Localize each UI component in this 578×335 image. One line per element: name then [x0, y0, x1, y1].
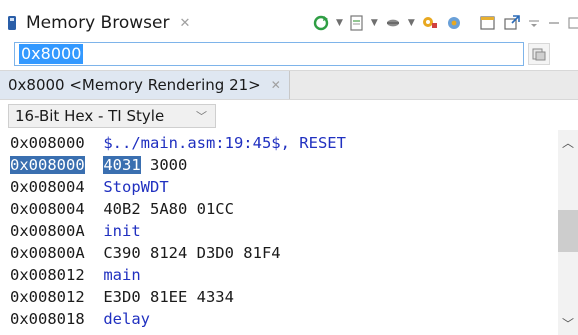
memory-browser-tab[interactable]: Memory Browser ✕	[6, 6, 206, 40]
memory-address: 0x008004	[10, 200, 85, 218]
selected-word: 4031	[103, 156, 141, 174]
rendering-dropdown-icon[interactable]: ▼	[371, 18, 378, 28]
memory-address: 0x008012	[10, 266, 85, 284]
memory-line[interactable]: 0x00800A init	[10, 220, 141, 242]
rendering-tab-bar: 0x8000 <Memory Rendering 21> ✕	[0, 70, 578, 100]
memory-label: delay	[103, 310, 150, 328]
memory-address: 0x008012	[10, 288, 85, 306]
view-toolbar: ▼ ▼ ▼	[312, 8, 578, 38]
memory-address: 0x008000	[10, 134, 85, 152]
memory-address: 0x00800A	[10, 244, 85, 262]
refresh-dropdown-icon[interactable]: ▼	[336, 18, 343, 28]
memory-address: 0x00800A	[10, 222, 85, 240]
memory-address: 0x008000	[10, 156, 85, 174]
new-rendering-icon[interactable]	[349, 14, 365, 32]
address-value[interactable]: 0x8000	[19, 44, 84, 64]
address-input[interactable]: 0x8000	[14, 42, 524, 66]
memory-address: 0x008004	[10, 178, 85, 196]
memory-line[interactable]: 0x008012 E3D0 81EE 4334	[10, 286, 234, 308]
scroll-up-icon[interactable]: ︿	[558, 134, 578, 150]
memory-line[interactable]: 0x008000 4031 3000	[10, 154, 187, 176]
memory-label: $../main.asm:19:45$, RESET	[103, 134, 346, 152]
close-rendering-icon[interactable]: ✕	[271, 78, 281, 92]
memory-words: C390 8124 D3D0 81F4	[103, 244, 281, 262]
minimize-icon[interactable]	[547, 14, 561, 32]
scroll-down-icon[interactable]: ﹀	[558, 315, 578, 331]
memory-label: StopWDT	[103, 178, 169, 196]
view-title: Memory Browser	[26, 13, 170, 33]
memory-chip-icon	[6, 15, 18, 31]
memory-address: 0x008018	[10, 310, 85, 328]
format-select[interactable]: 16-Bit Hex - TI Style ﹀	[8, 104, 216, 128]
memory-words: 40B2 5A80 01CC	[103, 200, 234, 218]
pin-icon[interactable]	[445, 14, 463, 32]
memory-line[interactable]: 0x00800A C390 8124 D3D0 81F4	[10, 242, 281, 264]
memory-line[interactable]: 0x008012 main	[10, 264, 141, 286]
go-to-address-button[interactable]	[528, 43, 550, 65]
chevron-down-icon: ﹀	[196, 110, 207, 123]
filter-icon[interactable]	[421, 14, 439, 32]
memory-words: E3D0 81EE 4334	[103, 288, 234, 306]
maximize-icon[interactable]	[567, 14, 578, 32]
format-selected-value: 16-Bit Hex - TI Style	[15, 107, 165, 125]
go-icon	[532, 48, 546, 61]
link-dropdown-icon[interactable]: ▼	[408, 18, 415, 28]
refresh-icon[interactable]	[312, 14, 330, 32]
address-bar: 0x8000	[0, 38, 578, 72]
memory-rendering-tab[interactable]: 0x8000 <Memory Rendering 21> ✕	[0, 71, 290, 99]
new-view-icon[interactable]	[479, 14, 497, 32]
memory-label: init	[103, 222, 141, 240]
memory-line[interactable]: 0x008000 $../main.asm:19:45$, RESET	[10, 132, 346, 154]
memory-line[interactable]: 0x008004 StopWDT	[10, 176, 169, 198]
memory-line[interactable]: 0x008018 delay	[10, 308, 150, 330]
vertical-scrollbar[interactable]: ︿ ﹀	[558, 130, 578, 335]
memory-line[interactable]: 0x008004 40B2 5A80 01CC	[10, 198, 234, 220]
link-icon[interactable]	[384, 14, 402, 32]
open-new-view-icon[interactable]	[503, 14, 521, 32]
memory-words: 3000	[140, 156, 188, 174]
view-menu-icon[interactable]	[527, 14, 541, 32]
close-view-icon[interactable]: ✕	[179, 16, 190, 31]
rendering-tab-label: 0x8000 <Memory Rendering 21>	[8, 76, 261, 94]
memory-label: main	[103, 266, 141, 284]
scroll-thumb[interactable]	[558, 210, 578, 252]
memory-view[interactable]: 0x008000 $../main.asm:19:45$, RESET 0x00…	[0, 130, 558, 335]
